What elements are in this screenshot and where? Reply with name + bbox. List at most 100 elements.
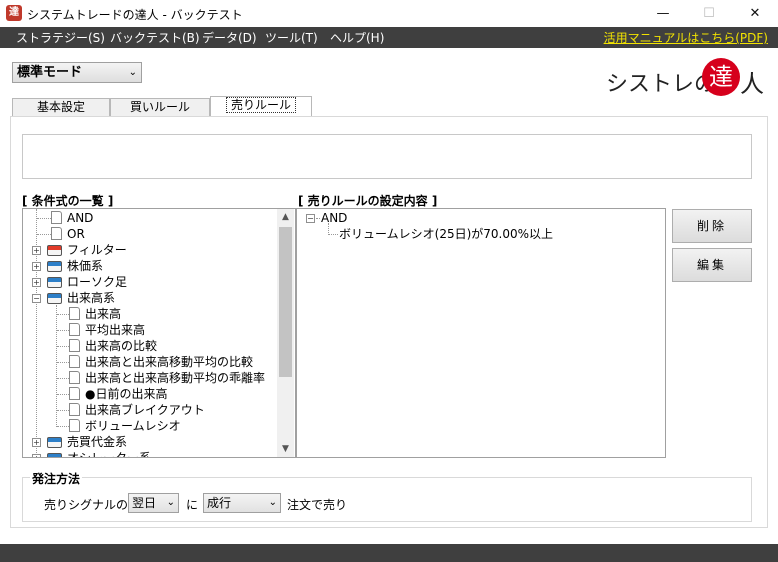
tree-item-label: オシレーター系	[67, 451, 152, 458]
tree-item-label: 出来高ブレイクアウト	[85, 403, 205, 417]
tree-item-label: ローソク足	[67, 275, 128, 289]
tree-item-volume-child[interactable]: 出来高の比較	[23, 338, 277, 354]
expand-icon[interactable]: +	[32, 454, 41, 457]
scroll-down-icon[interactable]: ▼	[277, 441, 294, 457]
menu-tools[interactable]: ツール(T)	[265, 29, 318, 46]
folder-red-icon	[47, 245, 62, 256]
tree-item-trade-value[interactable]: + 売買代金系	[23, 434, 277, 450]
menu-strategy[interactable]: ストラテジー(S)	[16, 29, 105, 46]
tree-item-label: 平均出来高	[85, 323, 146, 337]
document-icon	[69, 371, 80, 384]
sell-rule-heading: [ 売りルールの設定内容 ]	[298, 194, 438, 208]
rule-root-label: AND	[321, 211, 348, 225]
order-method-legend: 発注方法	[30, 470, 83, 487]
scroll-up-icon[interactable]: ▲	[277, 209, 294, 225]
order-ni-text: に	[186, 498, 199, 512]
tree-item-filter[interactable]: + フィルター	[23, 242, 277, 258]
app-icon: 達	[6, 5, 22, 21]
chevron-down-icon: ⌄	[268, 497, 277, 508]
tree-scrollbar[interactable]: ▲ ▼	[277, 209, 294, 457]
rule-root[interactable]: − AND	[297, 210, 657, 226]
chevron-down-icon: ⌄	[128, 67, 137, 78]
tree-item-and[interactable]: AND	[23, 210, 277, 226]
collapse-icon[interactable]: −	[306, 214, 315, 223]
tree-item-label: 出来高と出来高移動平均の比較	[85, 355, 254, 369]
order-type-select[interactable]: 成行 ⌄	[203, 493, 281, 513]
tree-item-label: ボリュームレシオ	[85, 419, 181, 433]
document-icon	[69, 307, 80, 320]
tab-label: 基本設定	[36, 100, 85, 114]
tab-label: 買いルール	[129, 100, 190, 114]
tree-item-volume-child[interactable]: 出来高と出来高移動平均の乖離率	[23, 370, 277, 386]
signal-day-select[interactable]: 翌日 ⌄	[128, 493, 179, 513]
menu-bar: ストラテジー(S) バックテスト(B) データ(D) ツール(T) ヘルプ(H)…	[0, 27, 778, 48]
folder-blue-icon	[47, 261, 62, 272]
title-bar: 達 システムトレードの達人 - バックテスト — ☐ ✕	[0, 0, 778, 27]
tree-item-volume-child[interactable]: ●日前の出来高	[23, 386, 277, 402]
tree-item-label: 売買代金系	[67, 435, 128, 449]
document-icon	[69, 355, 80, 368]
sell-rule-tree[interactable]: − AND ボリュームレシオ(25日)が70.00%以上	[296, 208, 666, 458]
tree-item-volume-child[interactable]: ボリュームレシオ	[23, 418, 277, 434]
tree-item-volume-child[interactable]: 出来高と出来高移動平均の比較	[23, 354, 277, 370]
expand-icon[interactable]: +	[32, 278, 41, 287]
logo: シストレの 達 人	[606, 58, 766, 98]
tab-label: 売りルール	[225, 97, 296, 113]
description-box	[22, 134, 752, 179]
tab-basic-settings[interactable]: 基本設定	[12, 98, 110, 116]
tree-item-label: 株価系	[67, 259, 104, 273]
edit-button[interactable]: 編集	[672, 248, 752, 282]
status-bar	[0, 544, 778, 562]
edit-button-label: 編集	[696, 258, 727, 272]
tree-item-price[interactable]: + 株価系	[23, 258, 277, 274]
document-icon	[69, 387, 80, 400]
tab-buy-rules[interactable]: 買いルール	[110, 98, 210, 116]
tree-item-or[interactable]: OR	[23, 226, 277, 242]
tree-item-volume-child[interactable]: 出来高ブレイクアウト	[23, 402, 277, 418]
rule-child[interactable]: ボリュームレシオ(25日)が70.00%以上	[297, 226, 657, 242]
conditions-heading: [ 条件式の一覧 ]	[22, 194, 114, 208]
delete-button[interactable]: 削除	[672, 209, 752, 243]
order-prefix-text: 売りシグナルの	[44, 498, 129, 512]
document-icon	[51, 227, 62, 240]
expand-icon[interactable]: +	[32, 262, 41, 271]
logo-text-right: 人	[740, 70, 764, 98]
tree-item-label: OR	[67, 227, 85, 241]
tree-item-label: 出来高の比較	[85, 339, 158, 353]
folder-blue-icon	[47, 277, 62, 288]
tree-item-volume[interactable]: − 出来高系	[23, 290, 277, 306]
close-button[interactable]: ✕	[732, 0, 778, 27]
delete-button-label: 削除	[696, 219, 727, 233]
scroll-thumb[interactable]	[279, 227, 292, 377]
tree-item-label: 出来高と出来高移動平均の乖離率	[85, 371, 266, 385]
expand-icon[interactable]: +	[32, 438, 41, 447]
order-type-value: 成行	[207, 496, 232, 510]
folder-blue-icon	[47, 437, 62, 448]
menu-backtest[interactable]: バックテスト(B)	[110, 29, 200, 46]
expand-icon[interactable]: +	[32, 246, 41, 255]
conditions-tree[interactable]: AND OR + フィルター + 株価系 + ローソク足 − 出来高系 出来高 …	[22, 208, 296, 458]
tree-item-label: フィルター	[67, 243, 127, 257]
maximize-button[interactable]: ☐	[686, 0, 732, 27]
collapse-icon[interactable]: −	[32, 294, 41, 303]
tree-item-label: 出来高系	[67, 291, 116, 305]
order-suffix-text: 注文で売り	[287, 498, 348, 512]
tree-item-oscillator[interactable]: + オシレーター系	[23, 450, 277, 458]
folder-blue-icon	[47, 293, 62, 304]
document-icon	[69, 403, 80, 416]
tree-item-label: 出来高	[85, 307, 122, 321]
menu-help[interactable]: ヘルプ(H)	[330, 29, 384, 46]
menu-data[interactable]: データ(D)	[202, 29, 257, 46]
manual-pdf-link[interactable]: 活用マニュアルはこちら(PDF)	[604, 29, 768, 46]
tree-item-candle[interactable]: + ローソク足	[23, 274, 277, 290]
tree-item-volume-child[interactable]: 平均出来高	[23, 322, 277, 338]
minimize-button[interactable]: —	[640, 0, 686, 27]
rule-child-label: ボリュームレシオ(25日)が70.00%以上	[339, 227, 554, 241]
mode-select[interactable]: 標準モード ⌄	[12, 62, 142, 83]
window-title: システムトレードの達人 - バックテスト	[27, 8, 243, 22]
tab-sell-rules[interactable]: 売りルール	[210, 96, 312, 116]
tree-item-volume-child[interactable]: 出来高	[23, 306, 277, 322]
tree-item-label: ●日前の出来高	[85, 387, 168, 401]
signal-day-value: 翌日	[132, 496, 157, 510]
chevron-down-icon: ⌄	[166, 497, 175, 508]
